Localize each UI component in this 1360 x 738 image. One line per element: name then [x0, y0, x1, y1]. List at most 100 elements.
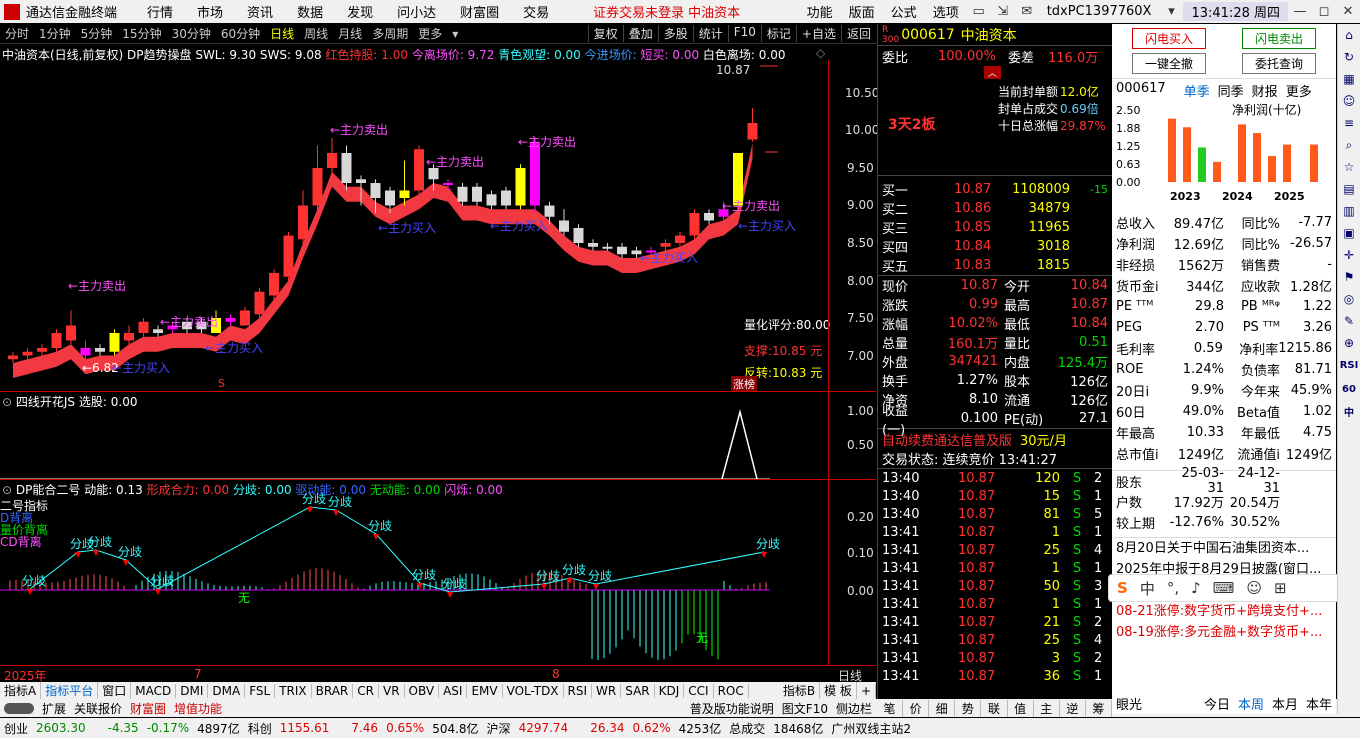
- close-icon[interactable]: ✕: [1336, 4, 1360, 19]
- book-icon[interactable]: ▥: [1338, 200, 1360, 222]
- link-icon[interactable]: ⊕: [1338, 332, 1360, 354]
- menu-item-trade[interactable]: 交易: [511, 2, 561, 21]
- indicator-tab-13[interactable]: EMV: [467, 683, 503, 698]
- crosshair-icon[interactable]: ✛: [1338, 244, 1360, 266]
- menu-item-market[interactable]: 市场: [185, 2, 235, 21]
- flash-sell-button[interactable]: 闪电卖出: [1242, 28, 1316, 49]
- sidebar-label[interactable]: 中: [1338, 402, 1360, 426]
- maximize-icon[interactable]: ◻: [1312, 4, 1336, 19]
- menu-item-function[interactable]: 功能: [799, 2, 841, 21]
- tf-daily[interactable]: 日线: [265, 25, 299, 42]
- indicator-tab-14[interactable]: VOL-TDX: [503, 683, 564, 698]
- collapse-icon[interactable]: ⇲: [991, 4, 1015, 19]
- refresh-icon[interactable]: ↻: [1338, 46, 1360, 68]
- tick-tab-5[interactable]: 值: [1008, 699, 1034, 717]
- current-stock-link[interactable]: 中油资本: [688, 2, 740, 21]
- server-name[interactable]: 广州双线主站2: [827, 720, 915, 737]
- period-week[interactable]: 本周: [1238, 694, 1264, 713]
- tick-tab-4[interactable]: 联: [981, 699, 1008, 717]
- period-today[interactable]: 今日: [1204, 694, 1230, 713]
- fin-tab-same[interactable]: 同季: [1218, 81, 1244, 100]
- trade-login-warning[interactable]: 证券交易未登录: [581, 2, 688, 21]
- period-year[interactable]: 本年: [1306, 694, 1332, 713]
- fin-tab-quarter[interactable]: 单季: [1184, 81, 1210, 100]
- ime-chinese-icon[interactable]: 中: [1140, 578, 1155, 599]
- indicator-tab-20[interactable]: ROC: [714, 683, 749, 698]
- cancel-all-button[interactable]: 一键全撤: [1132, 53, 1206, 74]
- indicator-tab-2[interactable]: 窗口: [98, 682, 132, 699]
- tf-weekly[interactable]: 周线: [299, 25, 333, 42]
- grid-icon[interactable]: ▦: [1338, 68, 1360, 90]
- indicator-tab-4[interactable]: DMI: [176, 683, 209, 698]
- tick-tab-7[interactable]: 逆: [1060, 699, 1086, 717]
- indicator-tab-7[interactable]: TRIX: [275, 683, 312, 698]
- idx-name[interactable]: 创业: [0, 720, 32, 737]
- indicator-tab-5[interactable]: DMA: [208, 683, 246, 698]
- idx-name[interactable]: 沪深: [483, 720, 515, 737]
- news-item[interactable]: 08-19涨停:多元金融+数字货币+...: [1112, 622, 1336, 643]
- indicator-tab-23[interactable]: +: [857, 683, 876, 698]
- tab-sidebar[interactable]: 侧边栏: [832, 700, 876, 717]
- indicator-tab-19[interactable]: CCI: [684, 683, 714, 698]
- ime-skin-icon[interactable]: ☺: [1246, 579, 1262, 597]
- period-month[interactable]: 本月: [1272, 694, 1298, 713]
- tf-fenshi[interactable]: 分时: [0, 25, 34, 42]
- indicator-tab-18[interactable]: KDJ: [655, 683, 685, 698]
- indicator-tab-21[interactable]: 指标B: [779, 682, 821, 699]
- flag-icon[interactable]: ⚑: [1338, 266, 1360, 288]
- tf-30m[interactable]: 30分钟: [167, 25, 216, 42]
- btn-fuquan[interactable]: 复权: [587, 25, 623, 42]
- indicator-tab-9[interactable]: CR: [353, 683, 379, 698]
- query-order-button[interactable]: 委托查询: [1242, 53, 1316, 74]
- indicator-tab-11[interactable]: OBV: [405, 683, 440, 698]
- restore-icon[interactable]: ▭: [967, 4, 991, 19]
- tf-multi[interactable]: 多周期: [367, 25, 413, 42]
- news-item[interactable]: 08-21涨停:数字货币+跨境支付+...: [1112, 601, 1336, 622]
- ime-toolbar[interactable]: S 中 °, ♪ ⌨ ☺ ⊞: [1108, 574, 1356, 602]
- menu-item-wealth[interactable]: 财富圈: [448, 2, 511, 21]
- indicator-tab-17[interactable]: SAR: [621, 683, 655, 698]
- ime-tools-icon[interactable]: ⊞: [1274, 579, 1287, 597]
- btn-multi[interactable]: 多股: [657, 25, 693, 42]
- bid-row[interactable]: 买三 10.85 11965: [878, 218, 1112, 237]
- tf-1m[interactable]: 1分钟: [34, 25, 76, 42]
- flash-buy-button[interactable]: 闪电买入: [1132, 28, 1206, 49]
- menu-item-formula[interactable]: 公式: [883, 2, 925, 21]
- menu-item-layout[interactable]: 版面: [841, 2, 883, 21]
- menu-item-news[interactable]: 资讯: [235, 2, 285, 21]
- menu-item-options[interactable]: 选项: [925, 2, 967, 21]
- tf-more[interactable]: 更多: [413, 25, 447, 42]
- indicator-tab-22[interactable]: 模 板: [820, 682, 857, 699]
- fin-tab-more[interactable]: 更多: [1286, 81, 1312, 100]
- chart-close-icon[interactable]: ◇: [816, 46, 825, 60]
- indicator-tab-15[interactable]: RSI: [564, 683, 593, 698]
- fin-tab-report[interactable]: 财报: [1252, 81, 1278, 100]
- indicator-tab-16[interactable]: WR: [592, 683, 622, 698]
- tick-tab-6[interactable]: 主: [1034, 699, 1060, 717]
- sogou-logo-icon[interactable]: S: [1117, 579, 1128, 597]
- settings-icon[interactable]: ▾: [1159, 4, 1183, 19]
- star-icon[interactable]: ☆: [1338, 156, 1360, 178]
- list-icon[interactable]: ≡: [1338, 112, 1360, 134]
- ime-punct-icon[interactable]: °,: [1167, 579, 1179, 597]
- bid-row[interactable]: 买一 10.87 1108009 -15: [878, 180, 1112, 199]
- tick-tab-3[interactable]: 势: [955, 699, 982, 717]
- indicator-tab-8[interactable]: BRAR: [312, 683, 354, 698]
- sidebar-label[interactable]: RSI: [1338, 354, 1360, 378]
- indicator-tab-6[interactable]: FSL: [245, 683, 276, 698]
- menu-item-discover[interactable]: 发现: [335, 2, 385, 21]
- sidebar-label[interactable]: 60: [1338, 378, 1360, 402]
- chevron-down-icon[interactable]: ▾: [447, 27, 463, 41]
- tab-expand[interactable]: 扩展: [38, 700, 70, 717]
- btn-overlay[interactable]: 叠加: [622, 25, 658, 42]
- menu-item-hq[interactable]: 行情: [135, 2, 185, 21]
- tf-15m[interactable]: 15分钟: [117, 25, 166, 42]
- ime-keyboard-icon[interactable]: ⌨: [1213, 579, 1235, 597]
- ad-text[interactable]: 自动续费通达信普及版: [882, 430, 1012, 449]
- news-icon[interactable]: ▣: [1338, 222, 1360, 244]
- btn-add-favorite[interactable]: +自选: [795, 25, 841, 42]
- btn-stats[interactable]: 统计: [692, 25, 728, 42]
- chart-icon[interactable]: ▤: [1338, 178, 1360, 200]
- indicator-tab-0[interactable]: 指标A: [0, 682, 42, 699]
- ime-mic-icon[interactable]: ♪: [1191, 579, 1201, 597]
